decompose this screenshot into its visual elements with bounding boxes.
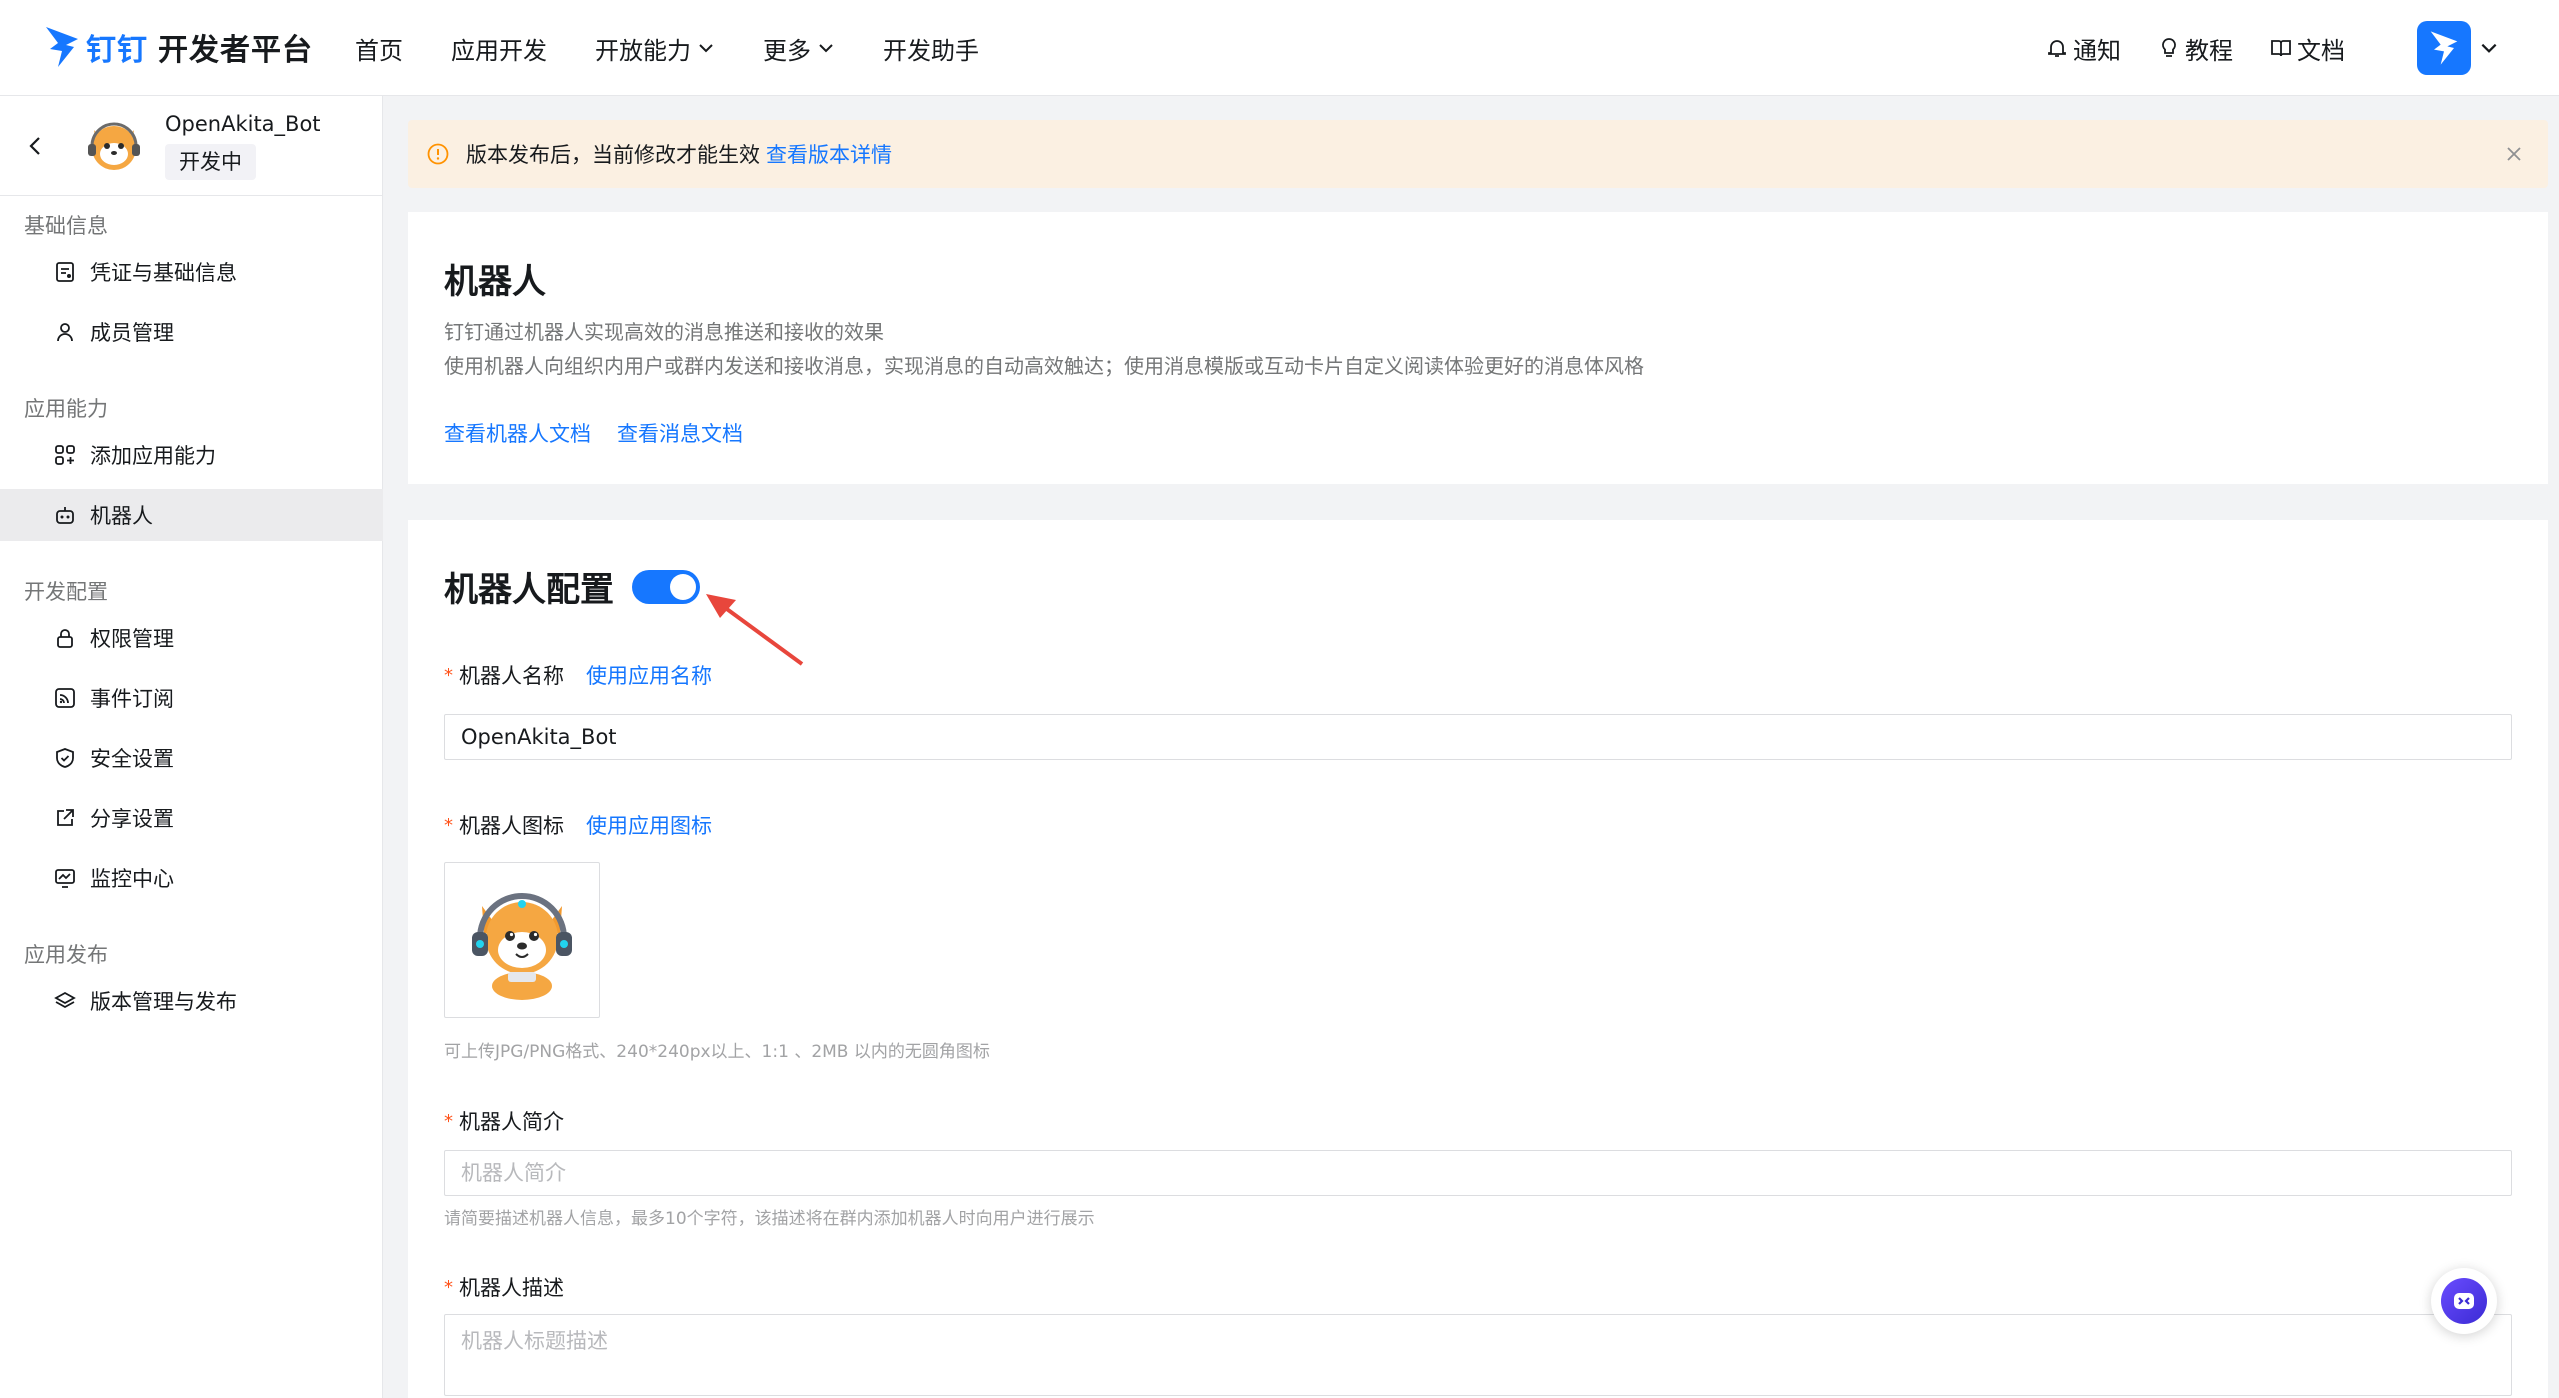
chevron-down-icon [819,44,833,53]
rss-icon [55,688,75,708]
annotation-arrow [706,594,804,666]
nav-dev-assistant[interactable]: 开发助手 [883,31,979,66]
sidebar-item-security[interactable]: 安全设置 [0,732,383,784]
intro-hint: 请简要描述机器人信息，最多10个字符，该描述将在群内添加机器人时向用户进行展示 [444,1209,1095,1229]
sidebar-item-monitor[interactable]: 监控中心 [0,852,383,904]
dingtalk-bird-icon [2430,31,2458,65]
bulb-icon [2162,38,2176,57]
robot-name-label: * 机器人名称 使用应用名称 [444,660,712,690]
nav-open-capability[interactable]: 开放能力 [595,31,715,66]
robot-docs-link[interactable]: 查看机器人文档 [444,418,591,448]
app-avatar [88,122,140,170]
notify-link[interactable]: 通知 [2045,31,2121,66]
page-title: 机器人 [444,262,546,302]
robot-name-input[interactable] [444,714,2512,760]
required-mark: * [444,1276,453,1298]
logo-brand: 钉钉 [86,33,148,68]
credential-icon [56,262,74,282]
sidebar: OpenAkita_Bot 开发中 基础信息 凭证与基础信息 成员管理 应用能力… [0,96,383,1398]
assistant-icon-bg [2441,1278,2487,1324]
assistant-float-button[interactable] [2431,1268,2497,1334]
menu-group-publish: 应用发布 [24,943,108,967]
sidebar-item-credentials[interactable]: 凭证与基础信息 [0,246,383,298]
dingtalk-bird-icon [46,27,78,67]
section-title: 机器人配置 [444,570,614,610]
shield-icon [56,748,74,768]
dingtalk-logo[interactable]: 钉钉 开发者平台 [44,20,313,74]
robot-config-card: 机器人配置 * 机器人名称 使用应用名称 * 机器人图标 使用应用图标 [408,520,2548,1398]
icon-hint: 可上传JPG/PNG格式、240*240px以上、1:1 、2MB 以内的无圆角… [444,1042,990,1062]
required-mark: * [444,814,453,836]
layers-icon [54,991,76,1009]
view-version-link[interactable]: 查看版本详情 [766,139,892,169]
sidebar-item-events[interactable]: 事件订阅 [0,672,383,724]
robot-desc-1: 钉钉通过机器人实现高效的消息推送和接收的效果 [444,320,884,344]
toggle-knob [670,574,696,600]
right-nav: 通知 教程 文档 [2009,18,2499,78]
alert-text: 版本发布后，当前修改才能生效 [466,143,760,167]
close-icon[interactable] [2502,142,2526,166]
required-mark: * [444,1110,453,1132]
robot-desc-textarea[interactable] [444,1314,2512,1396]
user-icon [57,323,73,342]
info-icon [427,143,449,165]
app-header: OpenAkita_Bot 开发中 [0,96,383,196]
nav-home[interactable]: 首页 [355,31,403,66]
required-mark: * [444,664,453,686]
menu-group-basic: 基础信息 [24,214,108,238]
chevron-down-icon [2481,43,2497,53]
shiba-robot-image [472,893,572,1000]
robot-intro-card: 机器人 钉钉通过机器人实现高效的消息推送和接收的效果 使用机器人向组织内用户或群… [408,212,2548,484]
main-nav: 首页 应用开发 开放能力 更多 开发助手 [355,28,1027,68]
doc-links: 查看机器人文档 查看消息文档 [444,418,769,448]
sidebar-item-robot[interactable]: 机器人 [0,489,383,541]
app-name: OpenAkita_Bot [165,112,321,136]
lock-icon [57,629,73,648]
sidebar-item-add-capability[interactable]: 添加应用能力 [0,429,383,481]
bell-icon [2048,40,2066,57]
docs-link[interactable]: 文档 [2269,31,2345,66]
user-menu[interactable] [2417,21,2499,75]
nav-app-dev[interactable]: 应用开发 [451,31,547,66]
share-icon [57,809,74,826]
robot-icon [56,507,74,524]
robot-desc-label: * 机器人描述 [444,1276,564,1300]
monitor-icon [55,869,75,888]
robot-intro-input[interactable] [444,1150,2512,1196]
robot-icon-upload[interactable] [444,862,600,1018]
robot-intro-label: * 机器人简介 [444,1110,564,1134]
avatar [2417,21,2471,75]
sidebar-item-permissions[interactable]: 权限管理 [0,612,383,664]
sidebar-item-members[interactable]: 成员管理 [0,306,383,358]
use-app-icon-link[interactable]: 使用应用图标 [586,810,712,840]
tutorial-link[interactable]: 教程 [2157,31,2233,66]
sidebar-item-versions[interactable]: 版本管理与发布 [0,975,383,1027]
nav-more[interactable]: 更多 [763,31,835,66]
menu-group-capability: 应用能力 [24,397,108,421]
menu-group-dev-config: 开发配置 [24,580,108,604]
robot-desc-2: 使用机器人向组织内用户或群内发送和接收消息，实现消息的自动高效触达；使用消息模版… [444,354,1644,378]
use-app-name-link[interactable]: 使用应用名称 [586,660,712,690]
top-navbar: 钉钉 开发者平台 首页 应用开发 开放能力 更多 开发助手 通知 教程 文档 [0,0,2559,96]
logo-name: 开发者平台 [158,33,313,68]
status-badge: 开发中 [165,144,256,180]
robot-icon-label: * 机器人图标 使用应用图标 [444,810,712,840]
message-docs-link[interactable]: 查看消息文档 [617,418,743,448]
robot-enable-toggle[interactable] [632,570,700,604]
sidebar-item-share[interactable]: 分享设置 [0,792,383,844]
chevron-down-icon [699,44,713,53]
version-alert: 版本发布后，当前修改才能生效 查看版本详情 [408,120,2548,188]
apps-icon [55,445,75,465]
book-icon [2271,40,2291,57]
assistant-icon [2454,1293,2474,1309]
back-arrow-icon[interactable] [22,132,50,160]
